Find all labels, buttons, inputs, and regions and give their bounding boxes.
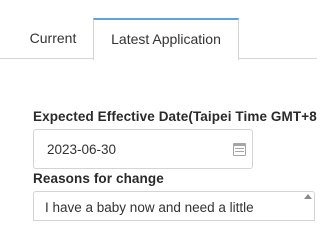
scroll-up-arrow-icon[interactable] — [304, 194, 312, 199]
effective-date-field[interactable]: 2023-06-30 — [33, 129, 253, 169]
effective-date-value: 2023-06-30 — [47, 142, 117, 157]
reason-text: I have a baby now and need a little — [45, 200, 254, 215]
effective-date-label: Expected Effective Date(Taipei Time GMT+… — [33, 109, 317, 124]
tab-bar: Current Latest Application — [0, 0, 317, 60]
tab-latest-application[interactable]: Latest Application — [93, 18, 239, 60]
calendar-icon[interactable] — [233, 143, 246, 156]
reason-textarea[interactable]: I have a baby now and need a little — [33, 191, 315, 221]
tab-current[interactable]: Current — [14, 18, 92, 59]
reason-label: Reasons for change — [33, 171, 164, 186]
